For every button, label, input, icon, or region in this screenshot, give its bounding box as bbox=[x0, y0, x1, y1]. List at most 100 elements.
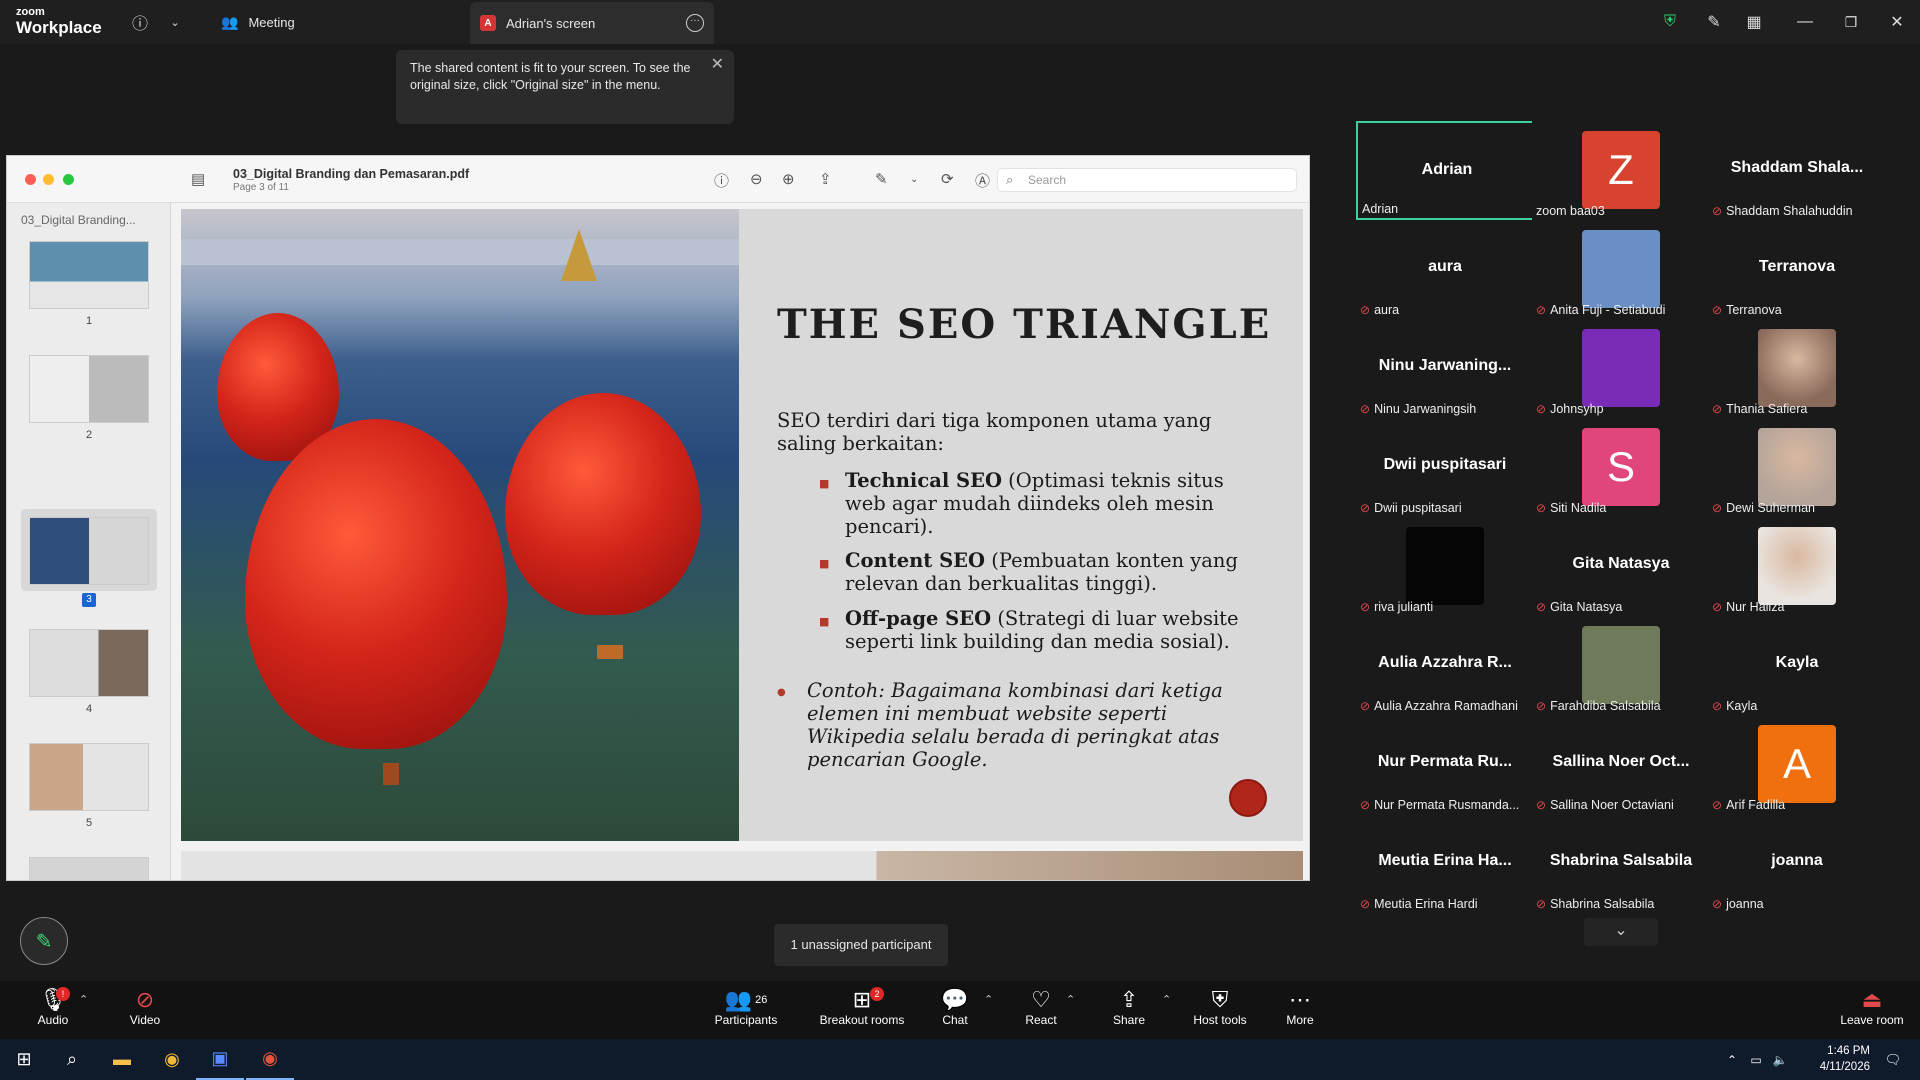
close-icon[interactable]: ✕ bbox=[711, 56, 724, 73]
annotate-pen-button[interactable]: ✎ bbox=[20, 917, 68, 965]
mic-off-icon: ⊘ bbox=[1712, 303, 1723, 317]
participant-tile[interactable]: Sallina Noer Oct... ⊘ Sallina Noer Octavia… bbox=[1532, 715, 1710, 814]
restore-icon[interactable]: ❐ bbox=[1836, 0, 1866, 44]
chrome-icon[interactable]: ◉ bbox=[246, 1039, 294, 1080]
mic-off-icon: ⊘ bbox=[1712, 699, 1723, 713]
participant-label: ⊘ Kayla bbox=[1712, 699, 1757, 713]
audio-button[interactable]: 🎙 Audio ! bbox=[28, 981, 78, 1039]
participant-tile[interactable]: Adrian Adrian bbox=[1356, 121, 1534, 220]
video-button[interactable]: ⊘ Video bbox=[120, 981, 170, 1039]
chat-button[interactable]: 💬 Chat bbox=[930, 981, 980, 1039]
shared-screen[interactable]: ▤ 03_Digital Branding dan Pemasaran.pdf … bbox=[6, 155, 1310, 881]
chevron-down-icon[interactable]: ⌄ bbox=[165, 0, 185, 44]
participant-tile[interactable]: Aulia Azzahra R... ⊘ Aulia Azzahra Ramadha… bbox=[1356, 616, 1534, 715]
participant-video bbox=[1582, 329, 1660, 407]
participant-tile[interactable]: S ⊘ Siti Nadila bbox=[1532, 418, 1710, 517]
pdf-toolbar: ▤ 03_Digital Branding dan Pemasaran.pdf … bbox=[7, 156, 1309, 203]
participant-tile[interactable]: aura ⊘ aura bbox=[1356, 220, 1534, 319]
volume-icon[interactable]: 🔈 bbox=[1768, 1039, 1792, 1080]
unassigned-participant-notice[interactable]: 1 unassigned participant bbox=[774, 924, 948, 966]
tray-chevron-icon[interactable]: ⌃ bbox=[1720, 1039, 1744, 1080]
participant-tile[interactable]: ⊘ riva julianti bbox=[1356, 517, 1534, 616]
video-off-icon: ⊘ bbox=[135, 987, 155, 1012]
zoom-in-icon: ⊕ bbox=[782, 171, 795, 188]
host-tools-button[interactable]: ⛨ Host tools bbox=[1188, 981, 1252, 1039]
participant-label: ⊘ Sallina Noer Octaviani bbox=[1536, 798, 1674, 812]
avatar: A bbox=[1758, 725, 1836, 803]
tab-shared-screen[interactable]: A Adrian's screen ··· bbox=[470, 2, 714, 44]
chevron-down-icon[interactable]: ⌄ bbox=[1584, 918, 1658, 946]
file-explorer-icon[interactable]: ▬ bbox=[98, 1039, 146, 1080]
participant-tile[interactable]: Terranova ⊘ Terranova bbox=[1708, 220, 1886, 319]
chevron-up-icon[interactable]: ⌃ bbox=[1162, 993, 1171, 1006]
leave-room-button[interactable]: ⏏ Leave room bbox=[1836, 981, 1908, 1039]
share-button[interactable]: ⇪ Share bbox=[1104, 981, 1154, 1039]
sharer-badge: A bbox=[480, 15, 496, 31]
participant-display-name: Terranova bbox=[1758, 258, 1836, 275]
participant-video bbox=[1758, 527, 1836, 605]
participant-tile[interactable]: ⊘ Farahdiba Salsabila bbox=[1532, 616, 1710, 715]
participant-tile[interactable]: ⊘ Dewi Suherman bbox=[1708, 418, 1886, 517]
clock-date: 4/11/2026 bbox=[1819, 1061, 1870, 1073]
notifications-icon[interactable]: 🗨 bbox=[1872, 1039, 1914, 1080]
participant-tile[interactable]: Zzoom baa03 bbox=[1532, 121, 1710, 220]
balloon bbox=[505, 393, 701, 615]
participant-name: Arif Fadilla bbox=[1726, 798, 1786, 812]
participant-label: ⊘ Meutia Erina Hardi bbox=[1360, 897, 1478, 911]
participant-label: ⊘ Shabrina Salsabila bbox=[1536, 897, 1654, 911]
participant-tile[interactable]: ⊘ Nur Haliza bbox=[1708, 517, 1886, 616]
close-window-icon[interactable]: ✕ bbox=[1882, 0, 1912, 44]
pdf-search-field: ⌕ Search bbox=[997, 168, 1297, 192]
participant-tile[interactable]: Dwii puspitasari ⊘ Dwii puspitasari bbox=[1356, 418, 1534, 517]
thumbnail-page-6 bbox=[29, 857, 149, 880]
system-clock[interactable]: 1:46 PM 4/11/2026 bbox=[1820, 1043, 1870, 1075]
thumbnail-number: 5 bbox=[85, 817, 93, 829]
participant-tile[interactable]: ⊘ Anita Fuji - Setiabudi bbox=[1532, 220, 1710, 319]
participant-tile[interactable]: Kayla ⊘ Kayla bbox=[1708, 616, 1886, 715]
chevron-up-icon[interactable]: ⌃ bbox=[79, 993, 88, 1006]
participants-button[interactable]: 👥 26 Participants bbox=[710, 981, 782, 1039]
react-button[interactable]: ♡ React bbox=[1016, 981, 1066, 1039]
mic-off-icon: ⊘ bbox=[1360, 501, 1371, 515]
zoom-app-icon[interactable]: ▣ bbox=[196, 1039, 244, 1080]
participant-tile[interactable]: Ninu Jarwaning... ⊘ Ninu Jarwaningsih bbox=[1356, 319, 1534, 418]
participant-tile[interactable]: Shaddam Shala... ⊘ Shaddam Shalahuddin bbox=[1708, 121, 1886, 220]
participant-tile[interactable]: joanna ⊘ joanna bbox=[1708, 814, 1886, 913]
participant-tile[interactable]: Shabrina Salsabila ⊘ Shabrina Salsabila bbox=[1532, 814, 1710, 913]
participant-name: Ninu Jarwaningsih bbox=[1374, 402, 1477, 416]
thumbnail-page-3 bbox=[29, 517, 149, 585]
participant-tile[interactable]: Nur Permata Ru... ⊘ Nur Permata Rusmanda..… bbox=[1356, 715, 1534, 814]
more-options-icon[interactable]: ··· bbox=[686, 14, 704, 32]
participant-tile[interactable]: ⊘ Johnsyhp bbox=[1532, 319, 1710, 418]
participant-tile[interactable]: Meutia Erina Ha... ⊘ Meutia Erina Hardi bbox=[1356, 814, 1534, 913]
pen-icon[interactable]: ✎ bbox=[1700, 0, 1728, 44]
audio-alert-badge: ! bbox=[56, 987, 70, 1001]
tab-meeting[interactable]: 👥 Meeting bbox=[215, 0, 465, 44]
participant-label: zoom baa03 bbox=[1536, 204, 1605, 218]
thumbnail-page-5 bbox=[29, 743, 149, 811]
minimize-icon[interactable]: — bbox=[1790, 0, 1820, 44]
participant-display-name: Adrian bbox=[1421, 161, 1473, 178]
participant-name: Aulia Azzahra Ramadhani bbox=[1374, 699, 1518, 713]
participant-label: ⊘ Aulia Azzahra Ramadhani bbox=[1360, 699, 1518, 713]
chevron-up-icon[interactable]: ⌃ bbox=[1066, 993, 1075, 1006]
chrome-icon[interactable]: ◉ bbox=[148, 1039, 196, 1080]
participant-tile[interactable]: ⊘ Thania Safiera bbox=[1708, 319, 1886, 418]
participant-label: ⊘ Farahdiba Salsabila bbox=[1536, 699, 1661, 713]
mic-off-icon: ⊘ bbox=[1536, 897, 1547, 911]
more-button[interactable]: ⋯ More bbox=[1275, 981, 1325, 1039]
breakout-rooms-button[interactable]: ⊞ Breakout rooms 2 bbox=[814, 981, 910, 1039]
windows-start-icon[interactable]: ⊞ bbox=[0, 1039, 48, 1080]
info-icon[interactable]: ⓘ bbox=[128, 0, 152, 44]
bullet-marker: ● bbox=[777, 687, 786, 698]
layout-icon[interactable]: ▦ bbox=[1740, 0, 1768, 44]
network-icon[interactable]: ▭ bbox=[1744, 1039, 1768, 1080]
participant-tile[interactable]: Gita Natasya ⊘ Gita Natasya bbox=[1532, 517, 1710, 616]
shield-icon[interactable]: ⛨ bbox=[1656, 0, 1684, 44]
search-icon[interactable]: ⌕ bbox=[48, 1039, 96, 1080]
participant-name: Sallina Noer Octaviani bbox=[1550, 798, 1674, 812]
chevron-up-icon[interactable]: ⌃ bbox=[984, 993, 993, 1006]
participant-tile[interactable]: A ⊘ Arif Fadilla bbox=[1708, 715, 1886, 814]
slide-title: THE SEO TRIANGLE bbox=[777, 301, 1272, 348]
mic-off-icon: ⊘ bbox=[1712, 402, 1723, 416]
